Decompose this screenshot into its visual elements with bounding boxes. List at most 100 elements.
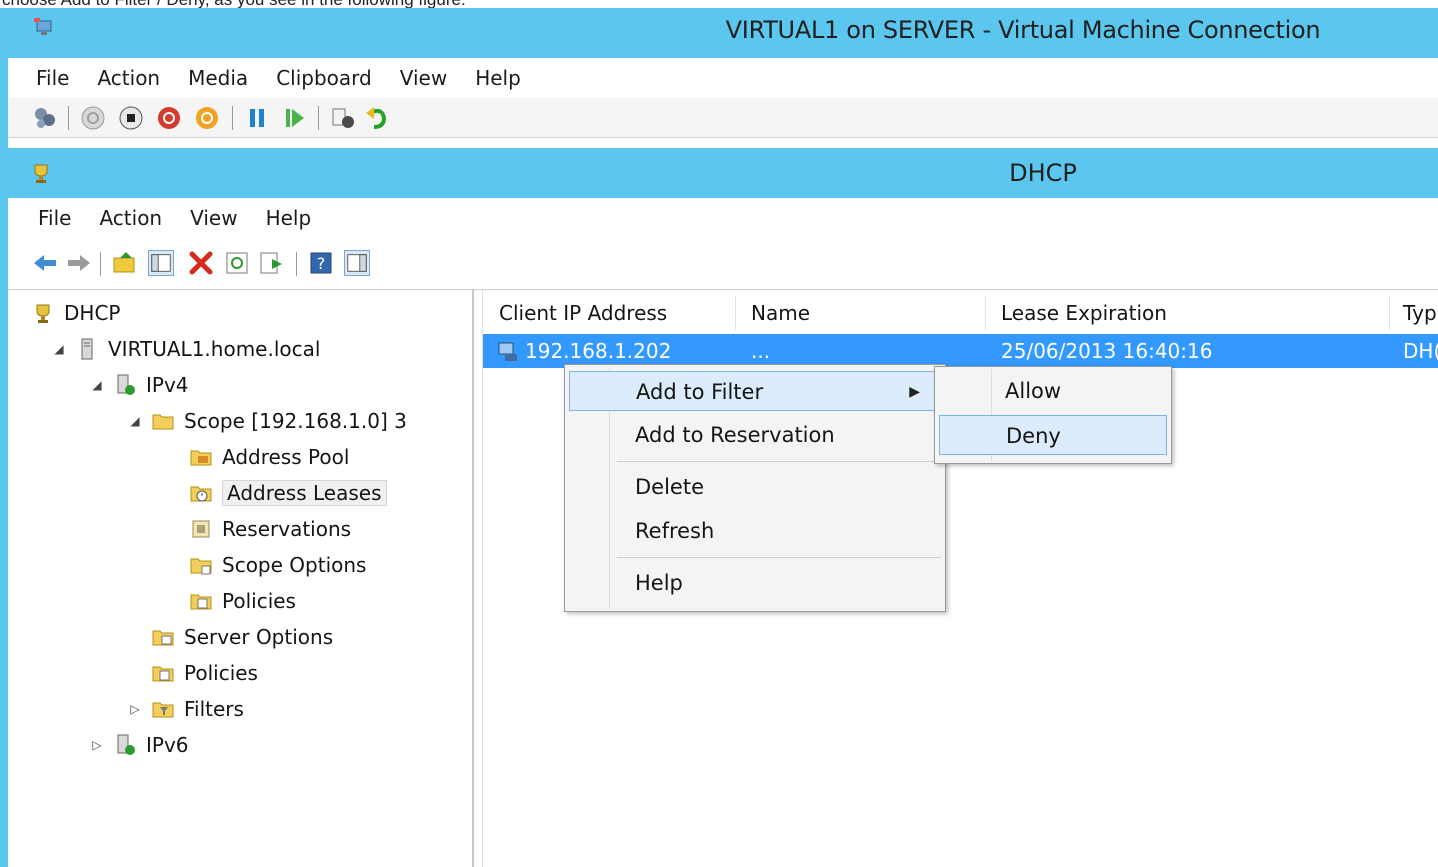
menu-item-help-label: Help bbox=[635, 571, 683, 595]
menu-item-refresh-label: Refresh bbox=[635, 519, 715, 543]
tree-node-scope-policies[interactable]: Policies bbox=[190, 584, 296, 618]
show-hide-action-pane-icon[interactable] bbox=[344, 250, 370, 276]
tree-node-ipv6[interactable]: ▷ IPv6 bbox=[90, 728, 189, 762]
folder-icon bbox=[152, 414, 174, 430]
vm-menu-action[interactable]: Action bbox=[97, 66, 160, 90]
menu-item-help[interactable]: Help bbox=[569, 563, 941, 603]
start-icon[interactable] bbox=[80, 105, 106, 131]
filters-icon bbox=[152, 702, 174, 718]
shut-down-icon[interactable] bbox=[156, 105, 182, 131]
tree-node-scope-options[interactable]: Scope Options bbox=[190, 548, 366, 582]
client-computer-icon bbox=[498, 342, 517, 361]
toolbar-separator bbox=[318, 106, 319, 130]
column-header-lease-expiration[interactable]: Lease Expiration bbox=[1001, 296, 1167, 330]
tree-label-address-pool: Address Pool bbox=[222, 445, 350, 469]
menu-item-delete[interactable]: Delete bbox=[569, 467, 941, 507]
dhcp-menu-action[interactable]: Action bbox=[99, 206, 162, 230]
vm-menu-clipboard[interactable]: Clipboard bbox=[276, 66, 372, 90]
tree-node-policies[interactable]: Policies bbox=[152, 656, 258, 690]
vm-titlebar: VIRTUAL1 on SERVER - Virtual Machine Con… bbox=[8, 8, 1438, 58]
column-header-name[interactable]: Name bbox=[751, 296, 810, 330]
menu-item-add-to-filter[interactable]: Add to Filter ▶ bbox=[569, 371, 941, 411]
tree-label-ipv4: IPv4 bbox=[146, 373, 189, 397]
collapse-triangle-icon[interactable]: ◢ bbox=[128, 414, 142, 428]
context-menu: Add to Filter ▶ Add to Reservation Delet… bbox=[564, 364, 946, 612]
column-separator[interactable] bbox=[1389, 296, 1390, 330]
vm-menu-help[interactable]: Help bbox=[475, 66, 521, 90]
dhcp-menu-view[interactable]: View bbox=[190, 206, 237, 230]
tree-label-server: VIRTUAL1.home.local bbox=[108, 337, 321, 361]
tree-label-address-leases: Address Leases bbox=[222, 480, 387, 506]
policies-icon bbox=[152, 666, 174, 682]
tree-node-address-leases[interactable]: Address Leases bbox=[190, 476, 387, 510]
submenu-item-allow-label: Allow bbox=[1005, 379, 1062, 403]
tree-label-scope: Scope [192.168.1.0] 3 bbox=[184, 409, 407, 433]
lease-type: DH( bbox=[1403, 339, 1438, 363]
policies-icon bbox=[190, 594, 212, 610]
tree-node-ipv4[interactable]: ◢ IPv4 bbox=[90, 368, 189, 402]
expand-triangle-icon[interactable]: ▷ bbox=[90, 738, 104, 752]
lease-expiration: 25/06/2013 16:40:16 bbox=[1001, 339, 1213, 363]
submenu-item-deny[interactable]: Deny bbox=[939, 415, 1167, 455]
turn-off-icon[interactable] bbox=[118, 105, 144, 131]
refresh-icon[interactable] bbox=[224, 250, 250, 276]
tree-label-server-options: Server Options bbox=[184, 625, 334, 649]
column-separator[interactable] bbox=[985, 296, 986, 330]
forward-arrow-icon[interactable] bbox=[66, 250, 92, 276]
lease-name: ... bbox=[751, 339, 771, 363]
menu-item-refresh[interactable]: Refresh bbox=[569, 511, 941, 551]
help-icon[interactable]: ? bbox=[308, 250, 334, 276]
menu-item-add-to-reservation[interactable]: Add to Reservation bbox=[569, 415, 941, 455]
show-hide-console-tree-icon[interactable] bbox=[148, 250, 174, 276]
vm-menubar: File Action Media Clipboard View Help bbox=[8, 58, 1438, 98]
vm-window-title: VIRTUAL1 on SERVER - Virtual Machine Con… bbox=[725, 16, 1321, 44]
vm-menu-view[interactable]: View bbox=[400, 66, 447, 90]
address-pool-icon bbox=[190, 450, 212, 466]
dhcp-menu-help[interactable]: Help bbox=[266, 206, 312, 230]
resume-icon[interactable] bbox=[282, 105, 308, 131]
tree-node-address-pool[interactable]: Address Pool bbox=[190, 440, 349, 474]
submenu-item-allow[interactable]: Allow bbox=[939, 371, 1167, 411]
tree-label-dhcp: DHCP bbox=[64, 301, 121, 325]
vm-menu-media[interactable]: Media bbox=[188, 66, 248, 90]
tree-label-filters: Filters bbox=[184, 697, 244, 721]
tree-node-dhcp[interactable]: DHCP bbox=[32, 296, 120, 330]
checkpoint-icon[interactable] bbox=[330, 105, 356, 131]
column-header-client-ip[interactable]: Client IP Address bbox=[499, 296, 667, 330]
toolbar-separator bbox=[100, 252, 101, 276]
vm-toolbar bbox=[8, 98, 1438, 138]
tree-node-filters[interactable]: ▷ Filters bbox=[128, 692, 244, 726]
ipv4-icon bbox=[117, 374, 135, 395]
tree-label-ipv6: IPv6 bbox=[146, 733, 189, 757]
ctrl-alt-del-icon[interactable] bbox=[32, 105, 58, 131]
menu-separator bbox=[617, 461, 941, 462]
dhcp-menu-file[interactable]: File bbox=[38, 206, 71, 230]
menu-item-add-to-reservation-label: Add to Reservation bbox=[635, 423, 835, 447]
vm-menu-file[interactable]: File bbox=[36, 66, 69, 90]
svg-text:?: ? bbox=[317, 254, 326, 273]
save-state-icon[interactable] bbox=[194, 105, 220, 131]
server-icon bbox=[81, 338, 93, 360]
back-arrow-icon[interactable] bbox=[32, 250, 58, 276]
pause-icon[interactable] bbox=[244, 105, 270, 131]
tree-node-server-options[interactable]: Server Options bbox=[152, 620, 333, 654]
tree-node-server[interactable]: ◢ VIRTUAL1.home.local bbox=[52, 332, 320, 366]
collapse-triangle-icon[interactable]: ◢ bbox=[52, 342, 66, 356]
tree-node-scope[interactable]: ◢ Scope [192.168.1.0] 3 bbox=[128, 404, 407, 438]
export-list-icon[interactable] bbox=[258, 250, 284, 276]
dhcp-trophy-icon bbox=[36, 304, 50, 323]
lease-row[interactable]: 192.168.1.202 ... 25/06/2013 16:40:16 DH… bbox=[483, 334, 1438, 368]
server-options-icon bbox=[152, 630, 174, 646]
column-header-type[interactable]: Typ bbox=[1403, 296, 1437, 330]
expand-triangle-icon[interactable]: ▷ bbox=[128, 702, 142, 716]
revert-icon[interactable] bbox=[364, 105, 390, 131]
collapse-triangle-icon[interactable]: ◢ bbox=[90, 378, 104, 392]
add-to-filter-submenu: Allow Deny bbox=[934, 366, 1172, 464]
up-one-level-icon[interactable] bbox=[112, 250, 138, 276]
column-separator[interactable] bbox=[735, 296, 736, 330]
dhcp-titlebar: DHCP bbox=[8, 148, 1438, 198]
toolbar-separator bbox=[68, 106, 69, 130]
delete-icon[interactable] bbox=[188, 250, 214, 276]
tree-node-reservations[interactable]: Reservations bbox=[190, 512, 351, 546]
dhcp-window-title: DHCP bbox=[1009, 159, 1077, 187]
